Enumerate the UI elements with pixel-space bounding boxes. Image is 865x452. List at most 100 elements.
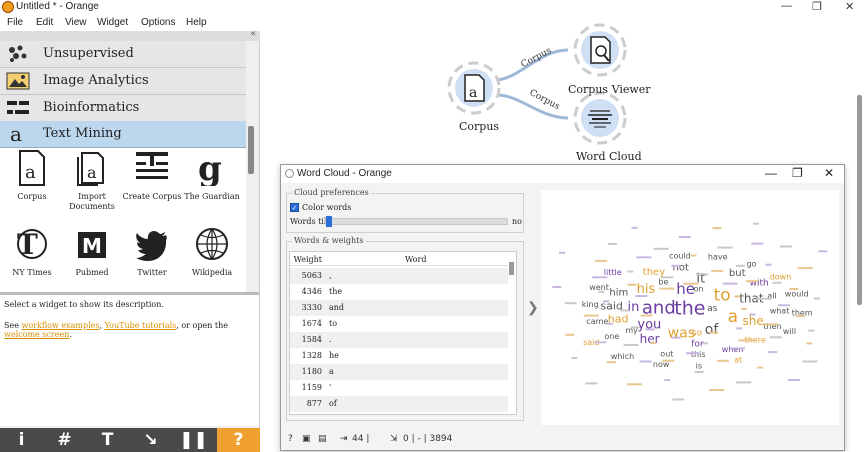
cloud-filler-word xyxy=(722,282,738,285)
cloud-word[interactable]: with xyxy=(750,279,769,289)
cloud-word[interactable]: the xyxy=(674,297,705,319)
cloud-word[interactable]: they xyxy=(643,267,665,278)
table-row[interactable]: 4346 the xyxy=(290,284,508,300)
splitter-arrow-icon[interactable]: ❯ xyxy=(527,300,539,316)
cloud-filler-word xyxy=(671,264,681,267)
cloud-filler-word xyxy=(736,381,752,384)
cloud-filler-word xyxy=(620,309,630,312)
cloud-filler-word xyxy=(709,331,719,334)
cloud-word[interactable]: for xyxy=(691,340,704,350)
cloud-word[interactable]: one xyxy=(604,332,619,341)
table-scrollbar[interactable] xyxy=(509,262,514,275)
node-label-corpus: Corpus xyxy=(459,120,500,133)
cloud-word[interactable]: would xyxy=(785,289,809,298)
cloud-word[interactable]: not xyxy=(673,262,689,273)
cloud-word[interactable]: could xyxy=(669,252,691,261)
cloud-filler-word xyxy=(694,370,704,373)
report-icon[interactable]: ▤ xyxy=(318,434,327,444)
cloud-filler-word xyxy=(623,343,639,346)
cloud-word[interactable]: in xyxy=(628,300,640,315)
cloud-word[interactable]: his xyxy=(637,282,656,297)
cloud-word[interactable]: be xyxy=(658,277,668,286)
table-row[interactable]: 1159 ' xyxy=(290,380,508,396)
cloud-word[interactable]: what xyxy=(770,307,790,316)
cloud-word[interactable]: this xyxy=(691,350,706,359)
cloud-word[interactable]: at xyxy=(734,356,742,365)
cloud-word[interactable]: but xyxy=(729,268,746,279)
cloud-preferences-label: Cloud preferences xyxy=(292,188,371,197)
words-table: Weight Word 5063, 4346 the 3330 and 1674 to… xyxy=(289,251,517,415)
output-count: 0 | - | 3894 xyxy=(403,434,453,444)
wc-close-button[interactable]: ✕ xyxy=(824,166,834,180)
words-tilt-handle[interactable] xyxy=(326,216,332,227)
cloud-word[interactable]: came xyxy=(586,317,608,326)
cloud-filler-word xyxy=(736,327,743,330)
words-tilt-slider[interactable] xyxy=(325,218,508,225)
cloud-filler-word xyxy=(787,379,800,381)
cloud-word[interactable]: on xyxy=(694,284,704,293)
cloud-filler-word xyxy=(645,328,655,331)
cloud-filler-word xyxy=(661,276,674,279)
cloud-filler-word xyxy=(571,357,578,359)
canvas-scrollbar[interactable] xyxy=(857,95,862,305)
cloud-word[interactable]: of xyxy=(705,322,720,338)
cloud-word[interactable]: king xyxy=(582,300,599,309)
cloud-word[interactable]: to xyxy=(714,286,731,306)
cloud-word[interactable]: which xyxy=(611,352,634,361)
cloud-word[interactable]: a xyxy=(728,307,738,327)
color-words-label: Color words xyxy=(302,203,352,212)
cloud-filler-word xyxy=(630,326,640,329)
wc-minimize-button[interactable]: — xyxy=(765,166,777,180)
words-weights-label: Words & weights xyxy=(292,236,366,245)
color-words-checkbox[interactable]: ✓ xyxy=(290,203,299,212)
cloud-word[interactable]: she xyxy=(743,314,764,328)
cloud-filler-word xyxy=(806,342,813,345)
tilt-value: no xyxy=(512,217,522,226)
cloud-word[interactable]: out xyxy=(660,350,673,359)
cloud-word[interactable]: down xyxy=(770,272,792,281)
node-word-cloud[interactable] xyxy=(573,91,627,145)
cloud-filler-word xyxy=(730,347,745,350)
cloud-word[interactable]: go xyxy=(747,260,757,269)
table-row[interactable]: 5063, xyxy=(290,268,508,284)
cloud-word[interactable]: him xyxy=(609,288,628,299)
table-row[interactable]: 877 of xyxy=(290,396,508,412)
col-weight[interactable]: Weight xyxy=(290,255,322,264)
cloud-word[interactable]: will xyxy=(783,327,796,336)
wc-maximize-button[interactable]: ❐ xyxy=(792,166,803,180)
cloud-filler-word xyxy=(653,247,669,250)
cloud-filler-word xyxy=(690,254,697,257)
cloud-word[interactable]: so xyxy=(692,328,703,338)
cloud-filler-word xyxy=(564,302,577,305)
cloud-filler-word xyxy=(779,245,792,248)
table-row[interactable]: 3330 and xyxy=(290,300,508,316)
cloud-filler-word xyxy=(559,251,566,254)
cloud-word[interactable]: her xyxy=(640,332,660,346)
help-icon[interactable]: ? xyxy=(288,434,293,444)
node-corpus[interactable]: a xyxy=(447,61,501,115)
cloud-filler-word xyxy=(734,295,741,298)
word-cloud-view: the and to he a of was you his in it that she her said… xyxy=(541,190,839,425)
table-row[interactable]: 1674 to xyxy=(290,316,508,332)
cloud-filler-word xyxy=(636,256,652,259)
save-icon[interactable]: ▣ xyxy=(302,434,311,444)
cloud-filler-word xyxy=(749,313,756,316)
cloud-word[interactable]: as xyxy=(707,304,718,314)
node-corpus-viewer[interactable] xyxy=(573,23,627,77)
table-row[interactable]: 1584. xyxy=(290,332,508,348)
col-word[interactable]: Word xyxy=(405,255,426,264)
svg-text:a: a xyxy=(469,85,477,101)
cloud-filler-word xyxy=(711,269,724,272)
cloud-word[interactable]: when xyxy=(722,345,744,354)
table-row[interactable]: 1180 a xyxy=(290,364,508,380)
word-cloud-svg: theandtoheaofwasyouhisinitthatshehersaid… xyxy=(552,222,828,401)
table-row[interactable]: 1328 he xyxy=(290,348,508,364)
cloud-word[interactable]: then xyxy=(763,322,781,331)
cloud-filler-word xyxy=(592,276,608,279)
cloud-word[interactable]: have xyxy=(708,252,728,261)
cloud-word[interactable]: is xyxy=(696,361,702,370)
cloud-word[interactable]: went xyxy=(589,283,609,292)
status-bar: ? ▣ ▤ ⇥ 44 | ⇲ 0 | - | 3894 xyxy=(280,430,845,450)
cloud-filler-word xyxy=(671,336,681,339)
cloud-word[interactable]: little xyxy=(604,268,622,277)
